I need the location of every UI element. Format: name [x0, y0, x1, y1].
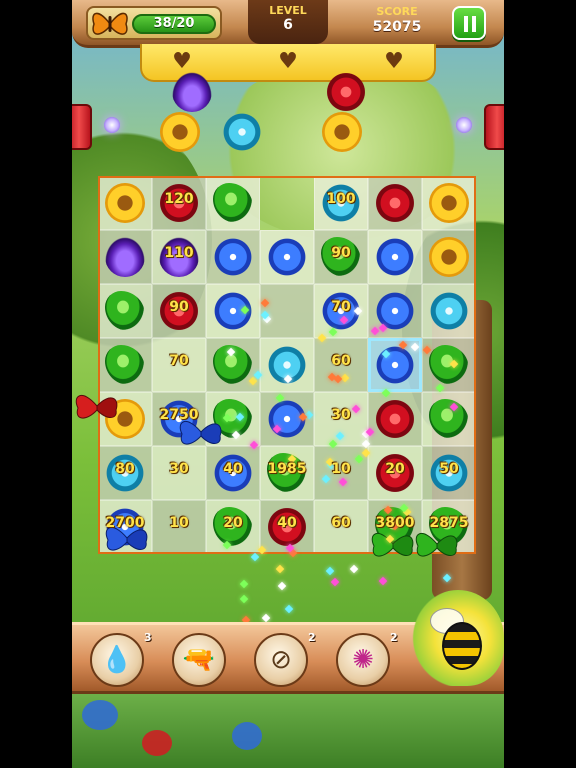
green-butterfly-icon [415, 533, 458, 557]
tool-count-badge: 3 [144, 631, 152, 644]
rose-icon [326, 72, 366, 112]
points-popup: 2875 [429, 515, 469, 531]
red-butterfly-icon [75, 395, 118, 419]
background-flower [82, 700, 118, 730]
water-drop-icon: 💧 [100, 645, 134, 675]
heart-icon: ♥ [384, 49, 404, 74]
points-popup: 30 [169, 461, 189, 477]
water-balloon-tool[interactable]: 💧 [90, 633, 144, 687]
level-value: 6 [283, 17, 293, 33]
pause-button[interactable] [452, 6, 486, 40]
sparkle [239, 579, 249, 589]
points-popup: 60 [331, 353, 351, 369]
tool-count-badge: 2 [390, 631, 398, 644]
points-popup: 80 [115, 461, 135, 477]
butterfly-net-icon: ⊘ [270, 645, 292, 675]
right-cannon [484, 104, 504, 150]
points-popup: 50 [439, 461, 459, 477]
score-label: SCORE [376, 5, 418, 18]
lily-icon [222, 112, 262, 152]
tulip-icon [172, 72, 212, 112]
points-popup: 10 [331, 461, 351, 477]
points-popup: 30 [331, 407, 351, 423]
points-popup: 40 [223, 461, 243, 477]
points-popup: 90 [169, 299, 189, 315]
water-gun-tool[interactable]: 🔫 [172, 633, 226, 687]
sparkle [278, 581, 287, 591]
tool-count-badge: 2 [308, 631, 316, 644]
level-label: LEVEL [269, 4, 307, 17]
top-hud: 38/20 LEVEL 6 SCORE 52075 [72, 0, 504, 48]
points-popup: 1985 [267, 461, 307, 477]
points-popup: 40 [277, 515, 297, 531]
heart-icon: ♥ [172, 49, 192, 74]
bee-booster-icon[interactable] [412, 590, 504, 686]
background-flower [142, 730, 172, 756]
background-flower [232, 722, 262, 750]
score-value: 52075 [372, 19, 422, 35]
water-gun-icon: 🔫 [182, 645, 216, 675]
sparkle [330, 577, 339, 587]
game-board: 120 100 110 90 90 70 70 60 2750 30 80 30 40 1985 10 20 5… [98, 176, 478, 556]
points-popup: 20 [223, 515, 243, 531]
right-cannon-glow [456, 117, 472, 133]
points-popup: 2700 [105, 515, 145, 531]
green-butterfly-icon [371, 533, 414, 557]
points-popup: 2750 [159, 407, 199, 423]
sparkle [239, 595, 249, 604]
bee-body [442, 622, 482, 670]
ground [72, 690, 504, 768]
sunflower-icon [160, 112, 200, 152]
pinwheel-tool[interactable]: ✺ [336, 633, 390, 687]
points-popup: 70 [331, 299, 351, 315]
points-popup: 90 [331, 245, 351, 261]
points-popup: 70 [169, 353, 189, 369]
sparkle [379, 577, 388, 586]
sparkle [275, 564, 285, 574]
lives-panel: 38/20 [86, 6, 222, 40]
points-popup: 120 [164, 191, 194, 207]
sparkle [326, 567, 335, 576]
left-cannon [72, 104, 92, 150]
points-popup: 20 [385, 461, 405, 477]
butterfly-icon [92, 12, 128, 35]
sparkle [284, 604, 294, 614]
points-popup: 10 [169, 515, 189, 531]
pause-icon [464, 16, 476, 32]
lives-counter: 38/20 [132, 14, 216, 34]
net-tool[interactable]: ⊘ [254, 633, 308, 687]
game-screen: 38/20 LEVEL 6 SCORE 52075 ♥ ♥ ♥ 120 100 11… [72, 0, 504, 768]
left-cannon-glow [104, 117, 120, 133]
pinwheel-icon: ✺ [352, 645, 374, 675]
points-popup: 110 [164, 245, 194, 261]
level-panel: LEVEL 6 [248, 0, 328, 44]
sparkle [349, 564, 359, 574]
sunflower-icon [322, 112, 362, 152]
heart-icon: ♥ [278, 49, 298, 74]
points-popup: 60 [331, 515, 351, 531]
points-popup: 100 [326, 191, 356, 207]
points-popup: 3800 [375, 515, 415, 531]
